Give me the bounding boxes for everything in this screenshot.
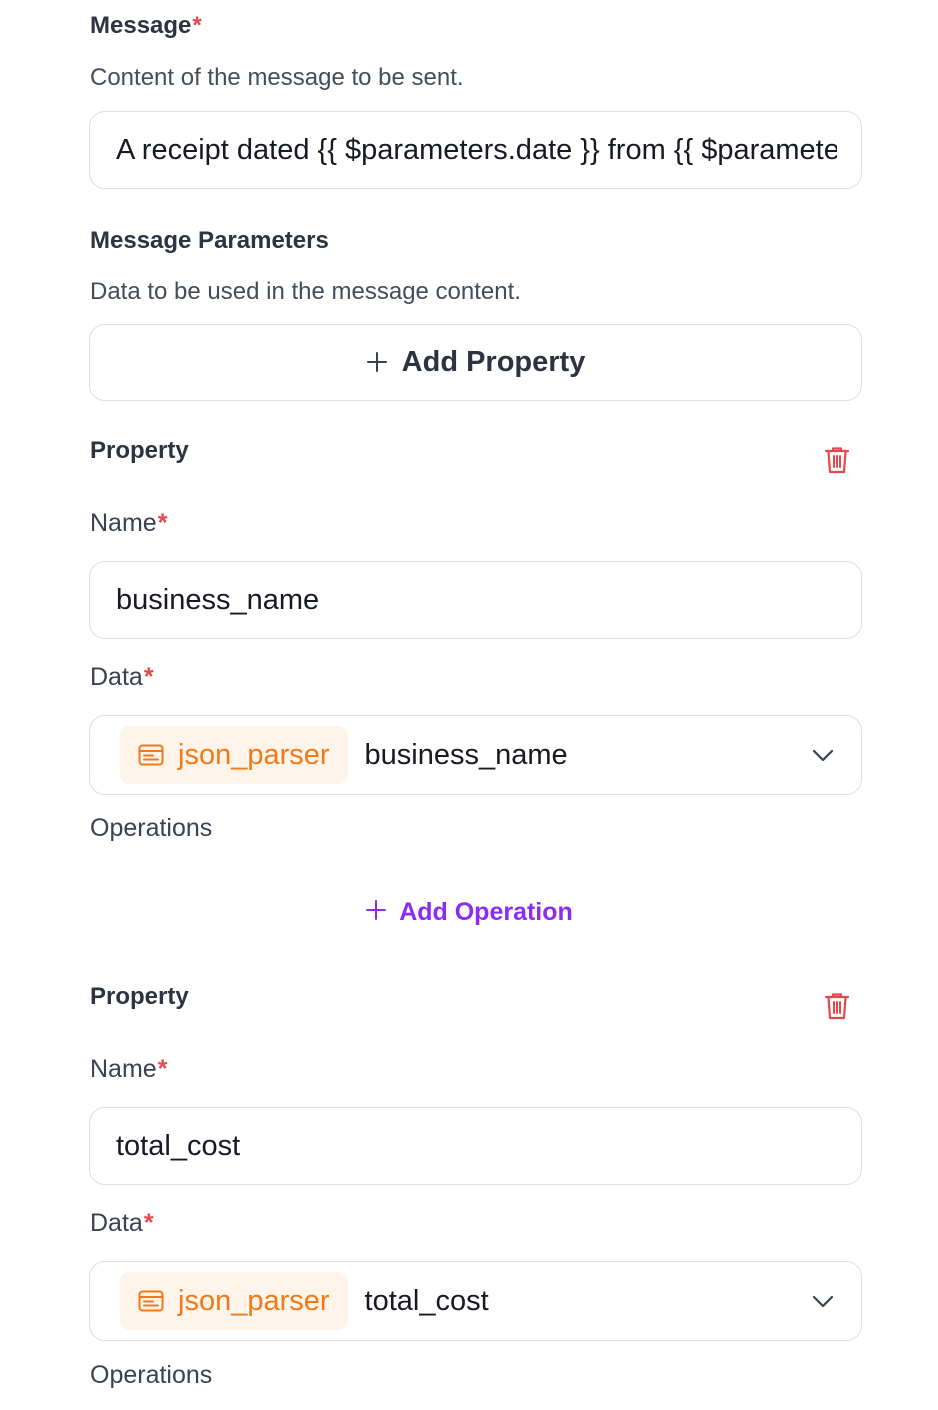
- name-input[interactable]: business_name: [89, 561, 862, 639]
- message-description: Content of the message to be sent.: [90, 64, 464, 91]
- required-asterisk: *: [192, 12, 202, 39]
- add-property-label: Add Property: [401, 346, 586, 378]
- operations-label: Operations: [90, 1361, 213, 1389]
- name-field-label: Name*: [90, 1055, 168, 1083]
- message-input[interactable]: A receipt dated {{ $parameters.date }} f…: [89, 111, 862, 189]
- required-asterisk: *: [157, 1055, 168, 1083]
- required-asterisk: *: [157, 509, 168, 537]
- message-settings-panel: Message* Content of the message to be se…: [0, 0, 938, 1410]
- plus-icon: [366, 344, 388, 381]
- name-input-value: business_name: [116, 583, 320, 616]
- name-input-value: total_cost: [116, 1129, 241, 1162]
- data-value: total_cost: [364, 1284, 489, 1317]
- name-field-label: Name*: [90, 509, 168, 537]
- add-operation-label: Add Operation: [399, 897, 573, 926]
- operations-label: Operations: [90, 814, 213, 842]
- name-input[interactable]: total_cost: [89, 1107, 862, 1185]
- property-title: Property: [90, 437, 189, 464]
- add-property-button[interactable]: Add Property: [89, 324, 862, 401]
- json-parser-icon: [138, 744, 164, 766]
- data-source-label: json_parser: [178, 1284, 330, 1317]
- data-select[interactable]: json_parser business_name: [89, 715, 862, 795]
- data-select[interactable]: json_parser total_cost: [89, 1261, 862, 1341]
- data-source-label: json_parser: [178, 738, 330, 771]
- plus-icon: [365, 896, 387, 928]
- required-asterisk: *: [143, 1209, 154, 1237]
- data-field-label: Data*: [90, 1209, 154, 1237]
- trash-icon: [824, 447, 850, 474]
- json-parser-icon: [138, 1290, 164, 1312]
- trash-icon: [824, 993, 850, 1020]
- message-label: Message*: [90, 12, 202, 39]
- delete-property-button[interactable]: [823, 445, 851, 475]
- data-source-chip: json_parser: [120, 726, 348, 784]
- add-operation-button[interactable]: Add Operation: [0, 896, 938, 928]
- delete-property-button[interactable]: [823, 991, 851, 1021]
- message-parameters-description: Data to be used in the message content.: [90, 278, 521, 305]
- property-title: Property: [90, 983, 189, 1010]
- chevron-down-icon: [812, 749, 834, 762]
- required-asterisk: *: [143, 663, 154, 691]
- message-input-value: A receipt dated {{ $parameters.date }} f…: [116, 133, 837, 166]
- chevron-down-icon: [812, 1295, 834, 1308]
- data-field-label: Data*: [90, 663, 154, 691]
- data-source-chip: json_parser: [120, 1272, 348, 1330]
- data-value: business_name: [364, 738, 568, 771]
- message-parameters-label: Message Parameters: [90, 227, 329, 254]
